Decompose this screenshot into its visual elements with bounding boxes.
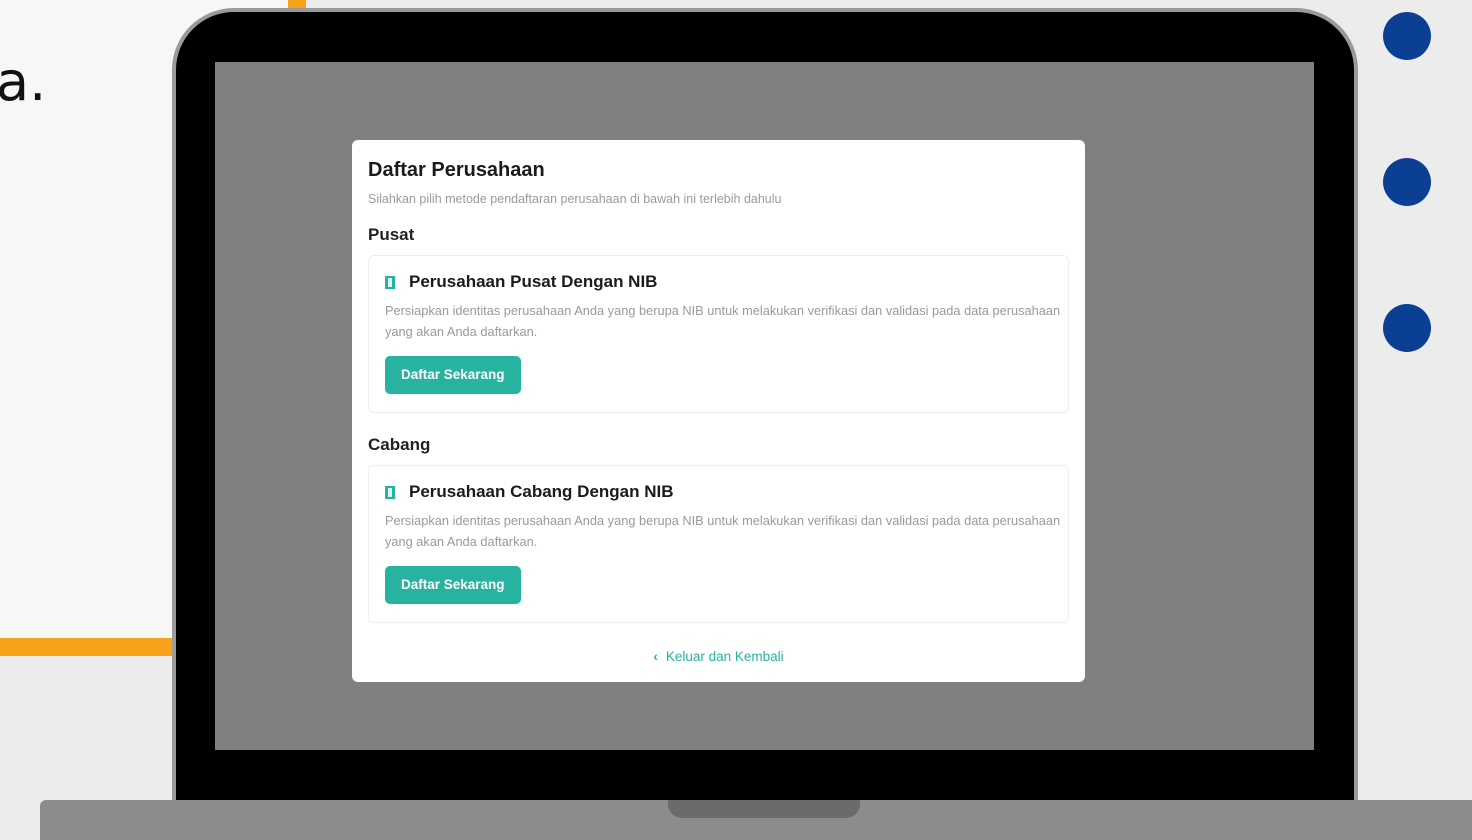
option-description: Persiapkan identitas perusahaan Anda yan… xyxy=(385,513,1061,549)
side-text: a. xyxy=(0,50,47,113)
option-card-cabang: Perusahaan Cabang Dengan NIB Persiapkan … xyxy=(368,465,1069,623)
chevron-left-icon: ‹ xyxy=(653,649,658,664)
accent-bar-horizontal xyxy=(0,638,190,656)
option-title: Perusahaan Pusat Dengan NIB xyxy=(409,272,658,291)
option-card-pusat: Perusahaan Pusat Dengan NIB Persiapkan i… xyxy=(368,255,1069,413)
bookmark-icon xyxy=(385,485,395,499)
back-link-label: Keluar dan Kembali xyxy=(665,649,784,664)
section-label-cabang: Cabang xyxy=(368,435,431,454)
bookmark-icon xyxy=(385,275,395,289)
modal-subtitle: Silahkan pilih metode pendaftaran perusa… xyxy=(368,192,782,206)
decor-dot xyxy=(1383,12,1431,60)
section-label-pusat: Pusat xyxy=(368,225,415,244)
register-now-button-cabang[interactable]: Daftar Sekarang xyxy=(385,566,521,604)
register-company-modal: Daftar Perusahaan Silahkan pilih metode … xyxy=(352,140,1085,682)
exit-and-back-link[interactable]: ‹ Keluar dan Kembali xyxy=(368,649,1069,664)
decor-dot xyxy=(1383,158,1431,206)
option-description: Persiapkan identitas perusahaan Anda yan… xyxy=(385,303,1061,339)
laptop-notch xyxy=(668,800,860,818)
decor-dot xyxy=(1383,304,1431,352)
register-now-button-pusat[interactable]: Daftar Sekarang xyxy=(385,356,521,394)
modal-title: Daftar Perusahaan xyxy=(368,159,545,181)
option-title: Perusahaan Cabang Dengan NIB xyxy=(409,482,674,501)
